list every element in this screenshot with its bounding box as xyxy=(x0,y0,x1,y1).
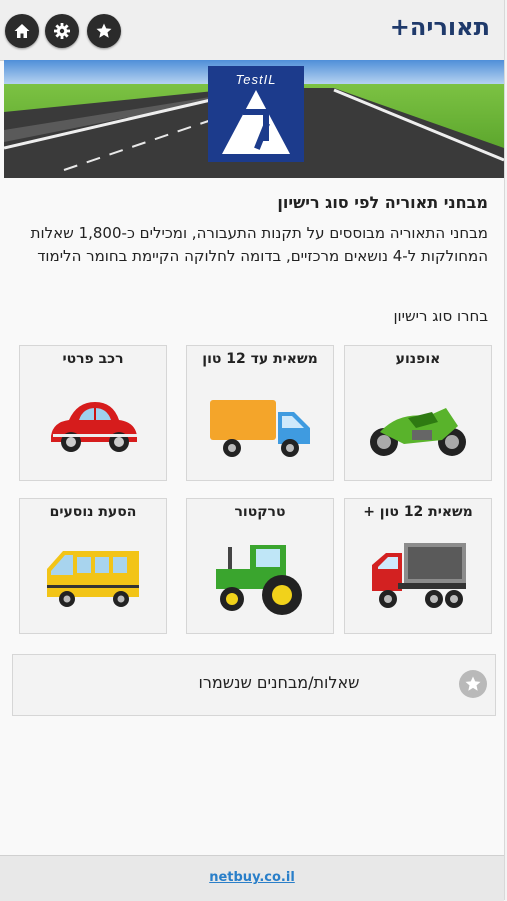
motorcycle-icon xyxy=(370,408,466,456)
license-tile-motorcycle[interactable]: אופנוע xyxy=(344,345,492,481)
car-icon xyxy=(51,402,137,452)
brand-triangle xyxy=(222,90,290,154)
footer-link[interactable]: netbuy.co.il xyxy=(0,870,504,885)
license-tile-private-car[interactable]: רכב פרטי xyxy=(19,345,167,481)
truck-icon xyxy=(210,400,310,457)
footer: netbuy.co.il xyxy=(0,855,504,901)
favorites-button[interactable] xyxy=(87,14,121,48)
dump-truck-icon xyxy=(372,543,466,608)
license-tile-heavy-truck[interactable]: משאית 12 טון + xyxy=(344,498,492,634)
saved-questions-button[interactable]: שאלות/מבחנים שנשמרו xyxy=(12,654,496,716)
app-title: תאוריה+ xyxy=(389,13,490,41)
tile-label: רכב פרטי xyxy=(62,351,124,367)
star-icon xyxy=(459,670,487,698)
saved-questions-label: שאלות/מבחנים שנשמרו xyxy=(198,673,360,692)
tractor-icon xyxy=(216,545,302,615)
license-tile-light-truck[interactable]: משאית עד 12 טון xyxy=(186,345,334,481)
license-tile-tractor[interactable]: טרקטור xyxy=(186,498,334,634)
gear-icon xyxy=(54,23,70,39)
app-header: תאוריה+ xyxy=(0,0,504,61)
bus-icon xyxy=(47,551,139,607)
license-tile-passenger-transport[interactable]: הסעת נוסעים xyxy=(19,498,167,634)
home-icon xyxy=(14,24,30,38)
tile-label: משאית עד 12 טון xyxy=(202,351,318,367)
app-frame: תאוריה+ TestIL מבחני תאוריה לפי סוג רישי… xyxy=(0,0,505,901)
settings-button[interactable] xyxy=(45,14,79,48)
tile-label: טרקטור xyxy=(234,504,286,520)
choose-license-label: בחרו סוג רישיון xyxy=(393,307,488,325)
star-icon xyxy=(96,23,112,38)
page-title: מבחני תאוריה לפי סוג רישיון xyxy=(277,193,488,212)
tile-label: אופנוע xyxy=(395,351,441,367)
tile-label: משאית 12 טון + xyxy=(363,504,473,520)
page-description: מבחני התאוריה מבוססים על תקנות התעבורה, … xyxy=(30,224,488,265)
brand-logo: TestIL xyxy=(208,66,304,162)
hero-banner: TestIL xyxy=(4,60,504,178)
tile-label: הסעת נוסעים xyxy=(49,504,137,520)
home-button[interactable] xyxy=(5,14,39,48)
